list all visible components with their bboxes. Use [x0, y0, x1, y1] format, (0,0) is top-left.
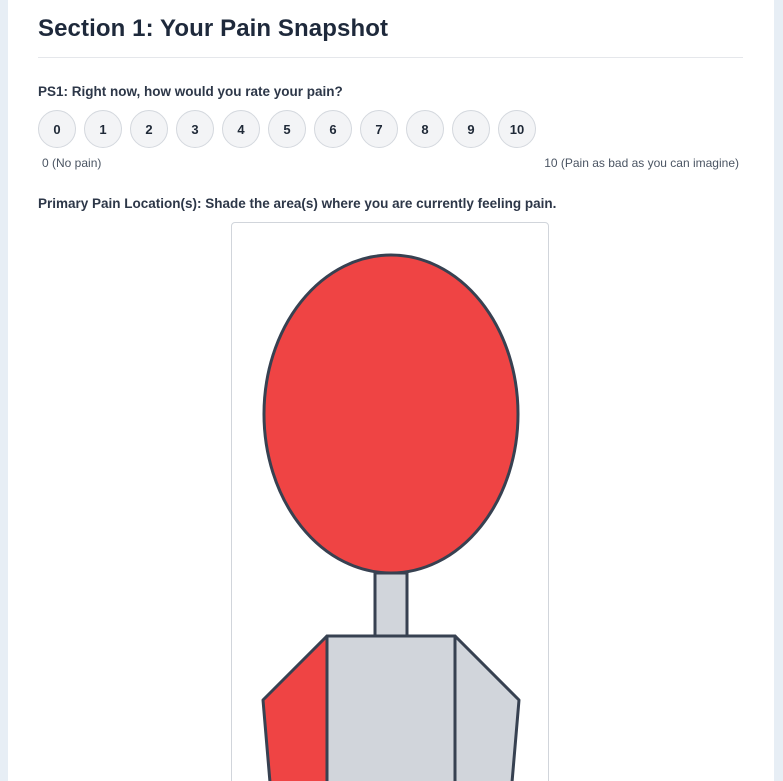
scale-anchor-high: 10 (Pain as bad as you can imagine) [544, 156, 739, 170]
rating-option-2[interactable]: 2 [130, 110, 168, 148]
rating-option-7[interactable]: 7 [360, 110, 398, 148]
rating-option-1[interactable]: 1 [84, 110, 122, 148]
rating-option-0[interactable]: 0 [38, 110, 76, 148]
body-map [231, 222, 549, 781]
neck-region[interactable] [373, 571, 409, 638]
pain-rating-scale: 0 1 2 3 4 5 6 7 8 9 10 [38, 110, 536, 148]
rating-option-5[interactable]: 5 [268, 110, 306, 148]
section-title: Section 1: Your Pain Snapshot [38, 15, 389, 42]
scale-anchor-low: 0 (No pain) [42, 156, 102, 170]
body-figure [261, 253, 521, 781]
section-divider [38, 57, 743, 58]
rating-option-6[interactable]: 6 [314, 110, 352, 148]
head-region[interactable] [262, 253, 520, 575]
rating-option-10[interactable]: 10 [498, 110, 536, 148]
section-card: Section 1: Your Pain Snapshot PS1: Right… [8, 0, 774, 781]
ps1-question: PS1: Right now, how would you rate your … [38, 84, 343, 99]
rating-option-9[interactable]: 9 [452, 110, 490, 148]
rating-option-3[interactable]: 3 [176, 110, 214, 148]
pain-location-question: Primary Pain Location(s): Shade the area… [38, 196, 557, 211]
rating-option-4[interactable]: 4 [222, 110, 260, 148]
right-arm-region[interactable] [261, 634, 329, 781]
chest-region[interactable] [325, 634, 457, 781]
left-arm-region[interactable] [453, 634, 521, 781]
rating-option-8[interactable]: 8 [406, 110, 444, 148]
